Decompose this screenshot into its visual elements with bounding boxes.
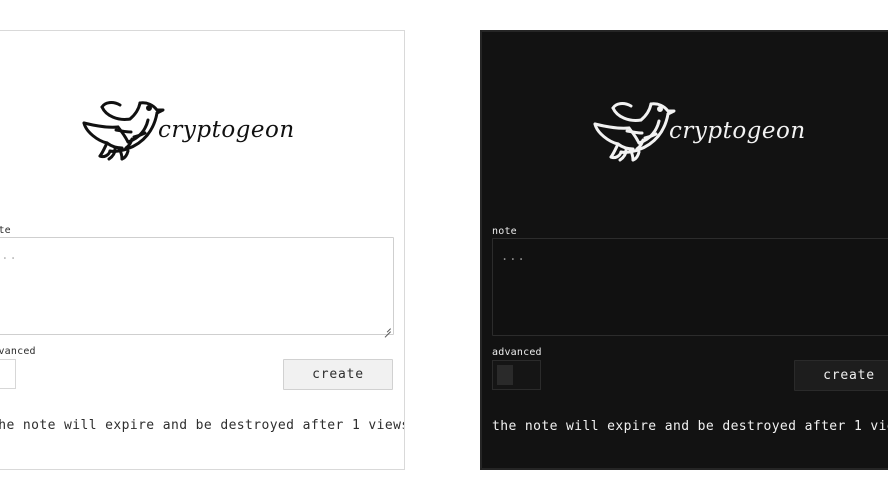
note-placeholder: ... (0, 248, 18, 262)
expiry-message: the note will expire and be destroyed af… (0, 418, 405, 433)
expiry-message: the note will expire and be destroyed af… (492, 419, 888, 434)
brand-wordmark: cryptogeon (158, 117, 295, 143)
dark-theme-panel: cryptogeon note ... advanced create the … (480, 30, 888, 470)
brand-logo: cryptogeon (76, 85, 294, 175)
light-theme-panel: cryptogeon note ... advanced create the … (0, 30, 405, 470)
advanced-label: advanced (0, 346, 36, 357)
advanced-label: advanced (492, 347, 542, 358)
dove-icon: cryptogeon (593, 102, 805, 162)
note-label: note (492, 226, 517, 237)
advanced-toggle[interactable] (0, 359, 16, 389)
resize-handle-icon[interactable] (382, 323, 392, 333)
toggle-knob (497, 365, 513, 385)
note-placeholder: ... (501, 249, 526, 263)
create-button[interactable]: create (794, 360, 888, 391)
dove-icon: cryptogeon (82, 101, 294, 161)
brand-wordmark: cryptogeon (669, 118, 806, 144)
note-label: note (0, 225, 11, 236)
note-textarea[interactable]: ... (492, 238, 888, 336)
create-button[interactable]: create (283, 359, 393, 390)
brand-logo: cryptogeon (587, 86, 805, 176)
note-textarea[interactable]: ... (0, 237, 394, 335)
advanced-toggle[interactable] (492, 360, 541, 390)
